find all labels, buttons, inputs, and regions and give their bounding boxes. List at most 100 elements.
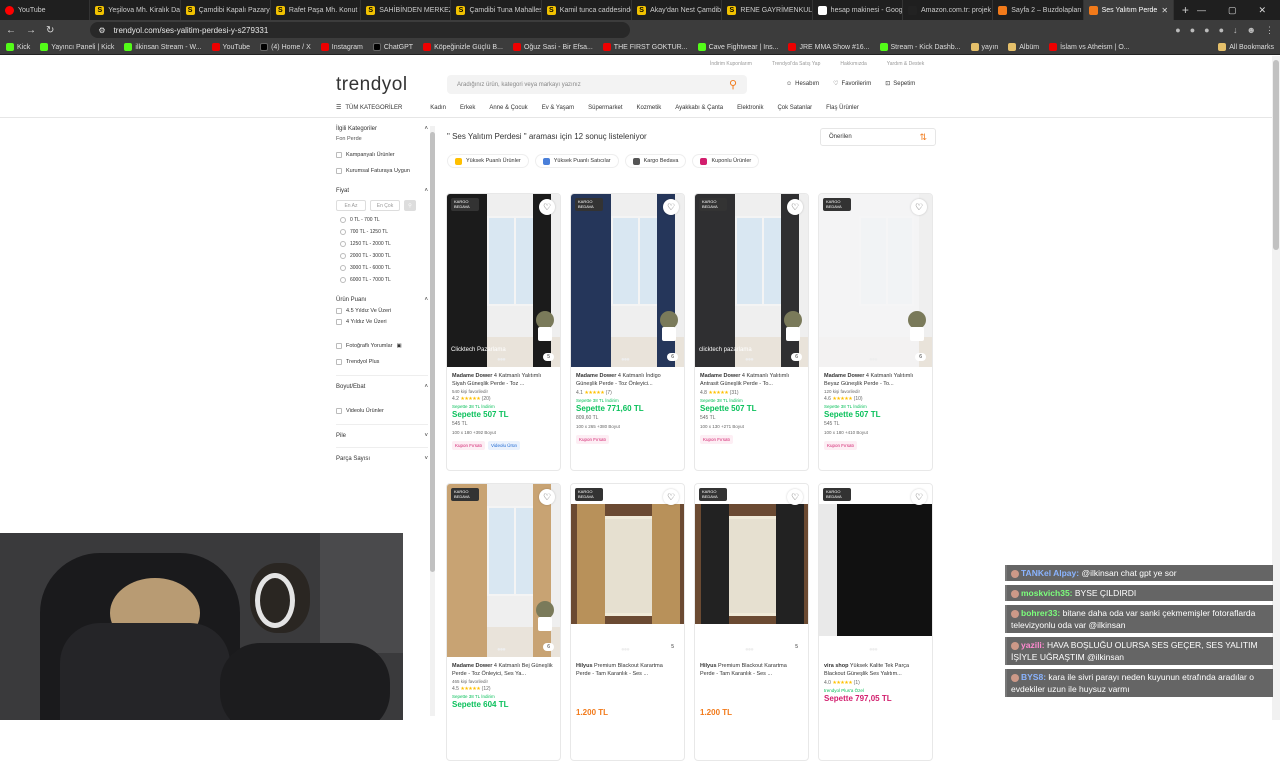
category-link[interactable]: Elektronik bbox=[737, 105, 763, 111]
browser-tab[interactable]: S Çamdibi Tuna Mahallesi bbox=[451, 0, 542, 20]
radio[interactable] bbox=[340, 241, 346, 247]
browser-tab[interactable]: YouTube bbox=[0, 0, 91, 20]
extension-icon[interactable]: ● bbox=[1190, 25, 1195, 36]
carousel-dots[interactable]: ●●● bbox=[621, 357, 630, 363]
checkbox[interactable] bbox=[336, 408, 342, 414]
product-title[interactable]: Hilyus Premium Blackout Karartma Perde -… bbox=[700, 662, 803, 678]
product-card[interactable]: KARGO BEDAVA ♡ ●●● 5 Clicktech Pazarlama Mada… bbox=[446, 193, 561, 471]
all-categories-button[interactable]: ☰ TÜM KATEGORİLER bbox=[336, 104, 402, 112]
price-range-option[interactable]: 700 TL - 1250 TL bbox=[340, 229, 428, 235]
size-options[interactable]: 100 x 130 +271 Boyut bbox=[700, 424, 803, 429]
product-title[interactable]: Madame Dower 4 Katmanlı Yalıtımlı Beyaz … bbox=[824, 372, 927, 388]
reload-icon[interactable]: ↻ bbox=[46, 25, 54, 36]
extension-icon[interactable]: ● bbox=[1175, 25, 1180, 36]
forward-icon[interactable]: → bbox=[26, 25, 36, 36]
size-section[interactable]: Boyut/Ebat ˄ bbox=[336, 375, 428, 398]
product-image[interactable]: KARGO BEDAVA ♡ ●●● 5 Clicktech Pazarlama bbox=[447, 194, 560, 367]
bookmark-item[interactable]: Instagram bbox=[320, 43, 363, 51]
video-products-filter[interactable]: Videolu Ürünler bbox=[336, 408, 428, 414]
bookmark-item[interactable]: YouTube bbox=[211, 43, 250, 51]
back-icon[interactable]: ← bbox=[6, 25, 16, 36]
category-link[interactable]: Çok Satanlar bbox=[777, 105, 812, 111]
filter-chip[interactable]: Yüksek Puanlı Ürünler bbox=[447, 154, 529, 168]
trendyol-plus-filter[interactable]: Trendyol Plus bbox=[336, 359, 428, 365]
photo-reviews-filter[interactable]: Fotoğraflı Yorumlar ▣ bbox=[336, 343, 428, 349]
related-categories-header[interactable]: İlgili Kategoriler ˄ bbox=[336, 126, 428, 132]
carousel-dots[interactable]: ●●● bbox=[497, 357, 506, 363]
browser-tab[interactable]: Sayfa 2 – Buzdolapları bbox=[993, 0, 1084, 20]
category-link[interactable]: Erkek bbox=[460, 105, 475, 111]
product-card[interactable]: KARGO BEDAVA ♡ ●●● 5 Hilyus Premium Blackout… bbox=[570, 483, 685, 761]
product-title[interactable]: Madame Dower 4 Katmanlı İndigo Güneşlik … bbox=[576, 372, 679, 388]
site-info-icon[interactable]: ⚙ bbox=[98, 26, 105, 35]
search-input[interactable]: Aradığınız ürün, kategori veya markayı y… bbox=[447, 75, 747, 94]
product-image[interactable]: KARGO BEDAVA ♡ ●●● 5 bbox=[695, 484, 808, 657]
price-search-button[interactable]: ⚲ bbox=[404, 200, 416, 211]
scrollbar-thumb[interactable] bbox=[1273, 60, 1279, 250]
bookmark-item[interactable]: Cave Fightwear | Ins... bbox=[697, 43, 778, 51]
price-range-option[interactable]: 2000 TL - 3000 TL bbox=[340, 253, 428, 259]
checkbox[interactable] bbox=[336, 319, 342, 325]
carousel-dots[interactable]: ●●● bbox=[497, 647, 506, 653]
new-tab-icon[interactable]: + bbox=[1174, 3, 1197, 17]
product-card[interactable]: KARGO BEDAVA ♡ ●●● 6 Madame Dower 4 Katmanlı… bbox=[446, 483, 561, 761]
product-card[interactable]: KARGO BEDAVA ♡ ●●● vira shop Yüksek Kalite … bbox=[818, 483, 933, 761]
bookmark-item[interactable]: Kick bbox=[6, 43, 30, 51]
minimize-icon[interactable]: — bbox=[1197, 5, 1206, 16]
favorite-heart-icon[interactable]: ♡ bbox=[539, 489, 555, 505]
checkbox[interactable] bbox=[336, 168, 342, 174]
user-action-cart[interactable]: ⊡ Sepetim bbox=[885, 80, 915, 88]
favorite-heart-icon[interactable]: ♡ bbox=[787, 199, 803, 215]
sidebar-scrollbar[interactable] bbox=[430, 126, 435, 716]
page-scrollbar[interactable] bbox=[1272, 56, 1280, 720]
maximize-icon[interactable]: ▢ bbox=[1228, 5, 1237, 16]
rating-option[interactable]: 4.5 Yıldız Ve Üzeri bbox=[336, 308, 428, 314]
bookmark-item[interactable]: Stream - Kick Dashb... bbox=[879, 43, 961, 51]
browser-tab[interactable]: Ses Yalıtım Perde ✕ bbox=[1083, 0, 1174, 20]
close-window-icon[interactable]: ✕ bbox=[1258, 5, 1266, 16]
product-image[interactable]: KARGO BEDAVA ♡ ●●● 6 clicktech pazarlama bbox=[695, 194, 808, 367]
filter-chip[interactable]: Kuponlu Ürünler bbox=[692, 154, 760, 168]
size-options[interactable]: 100 x 180 +410 Boyut bbox=[824, 430, 927, 435]
bookmark-item[interactable]: (4) Home / X bbox=[260, 43, 311, 51]
rating-option[interactable]: 4 Yıldız Ve Üzeri bbox=[336, 319, 428, 325]
category-link[interactable]: Ev & Yaşam bbox=[542, 105, 574, 111]
price-header[interactable]: Fiyat ˄ bbox=[336, 188, 428, 194]
profile-icon[interactable]: ☻ bbox=[1247, 25, 1256, 36]
bookmark-item[interactable]: ilkinsan Stream - W... bbox=[124, 43, 202, 51]
browser-tab[interactable]: S Kamil tunca caddesinde bbox=[542, 0, 633, 20]
favorite-heart-icon[interactable]: ♡ bbox=[663, 199, 679, 215]
top-link[interactable]: İndirim Kuponlarım bbox=[710, 61, 752, 67]
radio[interactable] bbox=[340, 217, 346, 223]
product-image[interactable]: KARGO BEDAVA ♡ ●●● 6 bbox=[819, 194, 932, 367]
category-link[interactable]: Süpermarket bbox=[588, 105, 622, 111]
checkbox[interactable] bbox=[336, 308, 342, 314]
scrollbar-thumb[interactable] bbox=[430, 132, 435, 572]
pile-section[interactable]: Pile ˅ bbox=[336, 424, 428, 447]
favorite-heart-icon[interactable]: ♡ bbox=[787, 489, 803, 505]
browser-tab[interactable]: SSAHİBİNDEN MERKEZİ F bbox=[361, 0, 452, 20]
close-tab-icon[interactable]: ✕ bbox=[1161, 6, 1168, 15]
bookmark-item[interactable]: JRE MMA Show #16... bbox=[788, 43, 870, 51]
browser-tab[interactable]: Amazon.com.tr: projek bbox=[903, 0, 994, 20]
favorite-heart-icon[interactable]: ♡ bbox=[911, 199, 927, 215]
category-link[interactable]: Kozmetik bbox=[637, 105, 662, 111]
piece-count-section[interactable]: Parça Sayısı ˅ bbox=[336, 447, 428, 470]
product-card[interactable]: KARGO BEDAVA ♡ ●●● 6 Madame Dower 4 Katmanlı… bbox=[570, 193, 685, 471]
browser-tab[interactable]: S Akay'dan Nest Çamdibi bbox=[632, 0, 723, 20]
carousel-dots[interactable]: ●●● bbox=[745, 357, 754, 363]
download-icon[interactable]: ↓ bbox=[1233, 25, 1238, 36]
product-card[interactable]: KARGO BEDAVA ♡ ●●● 6 Madame Dower 4 Katmanlı… bbox=[818, 193, 933, 471]
carousel-dots[interactable]: ●●● bbox=[869, 357, 878, 363]
browser-tab[interactable]: S Rafet Paşa Mh. Konut Fiy bbox=[271, 0, 362, 20]
radio[interactable] bbox=[340, 265, 346, 271]
size-options[interactable]: 100 x 265 +380 Boyut bbox=[576, 424, 679, 429]
radio[interactable] bbox=[340, 277, 346, 283]
bookmark-item[interactable]: All Bookmarks bbox=[1218, 43, 1274, 51]
min-price-input[interactable]: En Az bbox=[336, 200, 366, 211]
favorite-heart-icon[interactable]: ♡ bbox=[539, 199, 555, 215]
product-title[interactable]: Hilyus Premium Blackout Karartma Perde -… bbox=[576, 662, 679, 678]
top-link[interactable]: Hakkımızda bbox=[840, 61, 866, 67]
product-image[interactable]: KARGO BEDAVA ♡ ●●● 6 bbox=[571, 194, 684, 367]
menu-icon[interactable]: ⋮ bbox=[1265, 25, 1274, 36]
